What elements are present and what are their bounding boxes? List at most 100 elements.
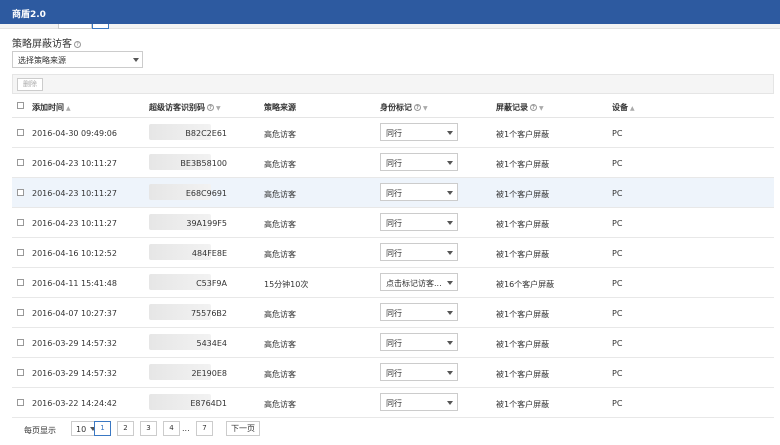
- tag-select[interactable]: 同行: [380, 333, 458, 351]
- table-toolbar: 删除: [12, 74, 774, 94]
- pagination: 每页显示 10 1 2 3 4 ... 7 下一页: [12, 420, 774, 438]
- cell-device: PC: [612, 189, 623, 198]
- tag-select[interactable]: 同行: [380, 183, 458, 201]
- header-visitor-id[interactable]: 超级访客识别码? ▼: [149, 102, 221, 113]
- table-body: 2016-04-30 09:49:06 B82C2E61 高危访客 同行 被1个客户屏蔽…: [12, 118, 774, 418]
- chevron-down-icon: [447, 251, 453, 255]
- cell-visitor-id: E8764D1: [190, 399, 227, 408]
- table-row: 2016-03-29 14:57:32 5434E4 高危访客 同行 被1个客户屏蔽 PC: [12, 328, 774, 358]
- cell-visitor-id: 39A199F5: [186, 219, 227, 228]
- tag-select-value: 同行: [386, 189, 402, 198]
- cell-device: PC: [612, 159, 623, 168]
- section-title-text: 策略屏蔽访客: [12, 39, 72, 50]
- select-all-checkbox[interactable]: [17, 102, 24, 109]
- chevron-down-icon: [447, 371, 453, 375]
- tag-select-value: 同行: [386, 369, 402, 378]
- row-checkbox[interactable]: [17, 339, 24, 346]
- header-time[interactable]: 添加时间 ▲: [32, 102, 71, 113]
- cell-source: 高危访客: [264, 340, 296, 349]
- cell-record: 被1个客户屏蔽: [496, 370, 550, 379]
- table-header: 添加时间 ▲ 超级访客识别码? ▼ 策略来源 身份标记? ▼ 屏蔽记录? ▼ 设备 ▲: [12, 94, 774, 118]
- help-icon[interactable]: ?: [74, 40, 81, 48]
- cell-visitor-id: 5434E4: [196, 339, 227, 348]
- chevron-down-icon: [447, 221, 453, 225]
- cell-visitor-id: C53F9A: [196, 279, 227, 288]
- next-page-button[interactable]: 下一页: [226, 421, 260, 436]
- cell-record: 被1个客户屏蔽: [496, 220, 550, 229]
- tag-select-value: 点击标记访客...: [386, 279, 442, 288]
- page-ellipsis: ...: [182, 424, 190, 433]
- sort-icon: ▼: [216, 105, 221, 112]
- per-page-value: 10: [76, 425, 87, 434]
- app-title: 商盾2.0: [12, 10, 46, 20]
- chevron-down-icon: [447, 311, 453, 315]
- row-checkbox[interactable]: [17, 399, 24, 406]
- page-button-3[interactable]: 3: [140, 421, 157, 436]
- cell-time: 2016-03-22 14:24:42: [32, 399, 117, 408]
- sort-icon: ▼: [423, 105, 428, 112]
- cell-time: 2016-03-29 14:57:32: [32, 369, 117, 378]
- cell-device: PC: [612, 129, 623, 138]
- page-button-2[interactable]: 2: [117, 421, 134, 436]
- cell-device: PC: [612, 309, 623, 318]
- chevron-down-icon: [447, 131, 453, 135]
- cell-visitor-id: 75576B2: [190, 309, 227, 318]
- header-time-label: 添加时间: [32, 103, 64, 112]
- row-checkbox[interactable]: [17, 369, 24, 376]
- table-row: 2016-04-23 10:11:27 BE3B58100 高危访客 同行 被1个客户屏…: [12, 148, 774, 178]
- help-icon: ?: [207, 104, 214, 111]
- tag-select-value: 同行: [386, 129, 402, 138]
- cell-source: 高危访客: [264, 400, 296, 409]
- per-page-label: 每页显示: [24, 426, 56, 435]
- row-checkbox[interactable]: [17, 159, 24, 166]
- row-checkbox[interactable]: [17, 309, 24, 316]
- row-checkbox[interactable]: [17, 189, 24, 196]
- header-tag[interactable]: 身份标记? ▼: [380, 102, 428, 113]
- chevron-down-icon: [133, 58, 139, 62]
- header-record-label: 屏蔽记录: [496, 103, 528, 112]
- delete-button[interactable]: 删除: [17, 78, 43, 91]
- row-checkbox[interactable]: [17, 219, 24, 226]
- tag-select[interactable]: 同行: [380, 303, 458, 321]
- tag-select[interactable]: 同行: [380, 153, 458, 171]
- table-row: 2016-04-16 10:12:52 484FE8E 高危访客 同行 被1个客户屏蔽 P…: [12, 238, 774, 268]
- header-device[interactable]: 设备 ▲: [612, 102, 635, 113]
- tag-select-value: 同行: [386, 309, 402, 318]
- cell-time: 2016-04-11 15:41:48: [32, 279, 117, 288]
- tab-stub[interactable]: [58, 24, 92, 29]
- header-record[interactable]: 屏蔽记录? ▼: [496, 102, 544, 113]
- table-row: 2016-04-11 15:41:48 C53F9A 15分钟10次 点击标记访客..…: [12, 268, 774, 298]
- cell-source: 高危访客: [264, 310, 296, 319]
- cell-source: 高危访客: [264, 160, 296, 169]
- tab-stub-active[interactable]: [92, 24, 109, 29]
- cell-record: 被16个客户屏蔽: [496, 280, 555, 289]
- cell-visitor-id: B82C2E61: [185, 129, 227, 138]
- cell-visitor-id: E68C9691: [185, 189, 227, 198]
- cell-device: PC: [612, 219, 623, 228]
- tag-select[interactable]: 同行: [380, 393, 458, 411]
- cell-time: 2016-03-29 14:57:32: [32, 339, 117, 348]
- row-checkbox[interactable]: [17, 279, 24, 286]
- page-button-1[interactable]: 1: [94, 421, 111, 436]
- cell-record: 被1个客户屏蔽: [496, 190, 550, 199]
- cell-record: 被1个客户屏蔽: [496, 160, 550, 169]
- table-row: 2016-04-23 10:11:27 39A199F5 高危访客 同行 被1个客户屏蔽…: [12, 208, 774, 238]
- cell-source: 高危访客: [264, 250, 296, 259]
- tag-select[interactable]: 点击标记访客...: [380, 273, 458, 291]
- cell-source: 高危访客: [264, 130, 296, 139]
- header-source: 策略来源: [264, 103, 296, 112]
- tag-select[interactable]: 同行: [380, 243, 458, 261]
- header-device-label: 设备: [612, 103, 628, 112]
- tag-select[interactable]: 同行: [380, 363, 458, 381]
- source-filter-select[interactable]: 选择策略来源: [12, 51, 143, 68]
- cell-source: 高危访客: [264, 190, 296, 199]
- page-button-4[interactable]: 4: [163, 421, 180, 436]
- row-checkbox[interactable]: [17, 249, 24, 256]
- cell-visitor-id: 2E190E8: [191, 369, 227, 378]
- tag-select[interactable]: 同行: [380, 123, 458, 141]
- tag-select[interactable]: 同行: [380, 213, 458, 231]
- row-checkbox[interactable]: [17, 129, 24, 136]
- cell-time: 2016-04-30 09:49:06: [32, 129, 117, 138]
- visitor-table: 添加时间 ▲ 超级访客识别码? ▼ 策略来源 身份标记? ▼ 屏蔽记录? ▼ 设备 ▲ 2…: [12, 94, 774, 418]
- page-button-7[interactable]: 7: [196, 421, 213, 436]
